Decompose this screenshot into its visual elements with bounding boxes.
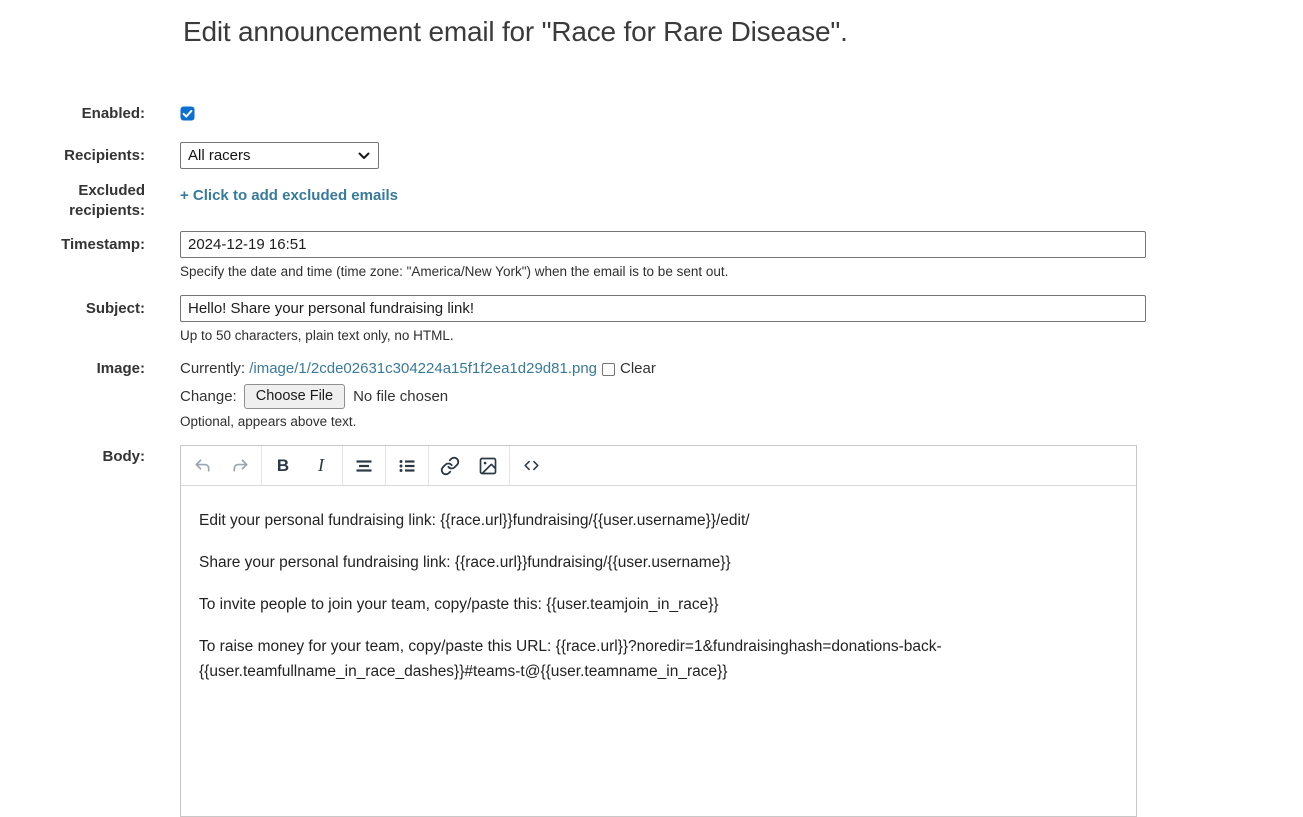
image-clear-label: Clear [620,359,656,379]
body-rich-text-editor: B I [180,445,1137,817]
redo-button[interactable] [221,447,259,485]
editor-toolbar: B I [181,446,1136,486]
body-paragraph: To invite people to join your team, copy… [199,592,1118,617]
bullet-list-icon [397,456,417,476]
image-current-file-link[interactable]: /image/1/2cde02631c304224a15f1f2ea1d29d8… [249,359,597,379]
body-paragraph: Edit your personal fundraising link: {{r… [199,508,1118,533]
italic-button[interactable]: I [302,447,340,485]
subject-help-text: Up to 50 characters, plain text only, no… [180,328,1303,344]
subject-label: Subject: [0,295,145,319]
insert-image-button[interactable] [469,447,507,485]
body-editor-content[interactable]: Edit your personal fundraising link: {{r… [181,486,1136,816]
toolbar-group-code [510,446,552,485]
timestamp-row: Timestamp: Specify the date and time (ti… [0,231,1303,280]
code-view-button[interactable] [512,447,550,485]
image-help-text: Optional, appears above text. [180,414,1303,429]
timestamp-help-text: Specify the date and time (time zone: "A… [180,264,1303,280]
toolbar-group-format: B I [262,446,343,485]
chevron-down-icon [358,152,370,160]
body-paragraph: To raise money for your team, copy/paste… [199,634,1118,684]
bold-button[interactable]: B [264,447,302,485]
image-row: Image: Currently: /image/1/2cde02631c304… [0,359,1303,429]
bullet-list-button[interactable] [388,447,426,485]
align-center-button[interactable] [345,447,383,485]
subject-input[interactable] [180,295,1146,322]
subject-row: Subject: Up to 50 characters, plain text… [0,295,1303,344]
redo-icon [231,456,250,475]
enabled-row: Enabled: [0,104,1303,126]
recipients-select[interactable]: All racers [180,142,379,169]
excluded-recipients-label: Excluded recipients: [0,181,145,221]
toolbar-group-insert [429,446,510,485]
toolbar-group-list [386,446,429,485]
choose-file-button[interactable]: Choose File [244,384,345,409]
image-currently-label: Currently: [180,359,245,379]
image-change-label: Change: [180,387,237,407]
file-status-text: No file chosen [353,387,448,407]
toolbar-group-history [181,446,262,485]
excluded-recipients-row: Excluded recipients: + Click to add excl… [0,181,1303,221]
recipients-selected-value: All racers [188,147,251,164]
recipients-row: Recipients: All racers [0,142,1303,169]
body-paragraph: Share your personal fundraising link: {{… [199,550,1118,575]
image-label: Image: [0,359,145,379]
image-icon [478,456,498,476]
timestamp-input[interactable] [180,231,1146,258]
body-row: Body: [0,445,1303,817]
enabled-checkbox[interactable] [180,106,195,121]
image-clear-checkbox[interactable] [602,363,615,376]
insert-link-button[interactable] [431,447,469,485]
toolbar-group-align [343,446,386,485]
recipients-label: Recipients: [0,142,145,166]
page-title: Edit announcement email for "Race for Ra… [183,16,1303,48]
add-excluded-emails-link[interactable]: + Click to add excluded emails [180,181,398,204]
checkbox-checked-icon [180,106,195,121]
enabled-label: Enabled: [0,104,145,124]
announcement-email-form: Enabled: Recipients: All racers Excluded… [0,104,1303,817]
undo-icon [193,456,212,475]
link-icon [440,456,460,476]
undo-button[interactable] [183,447,221,485]
body-label: Body: [0,445,145,467]
align-center-icon [354,456,374,476]
code-icon [522,456,541,475]
timestamp-label: Timestamp: [0,231,145,255]
